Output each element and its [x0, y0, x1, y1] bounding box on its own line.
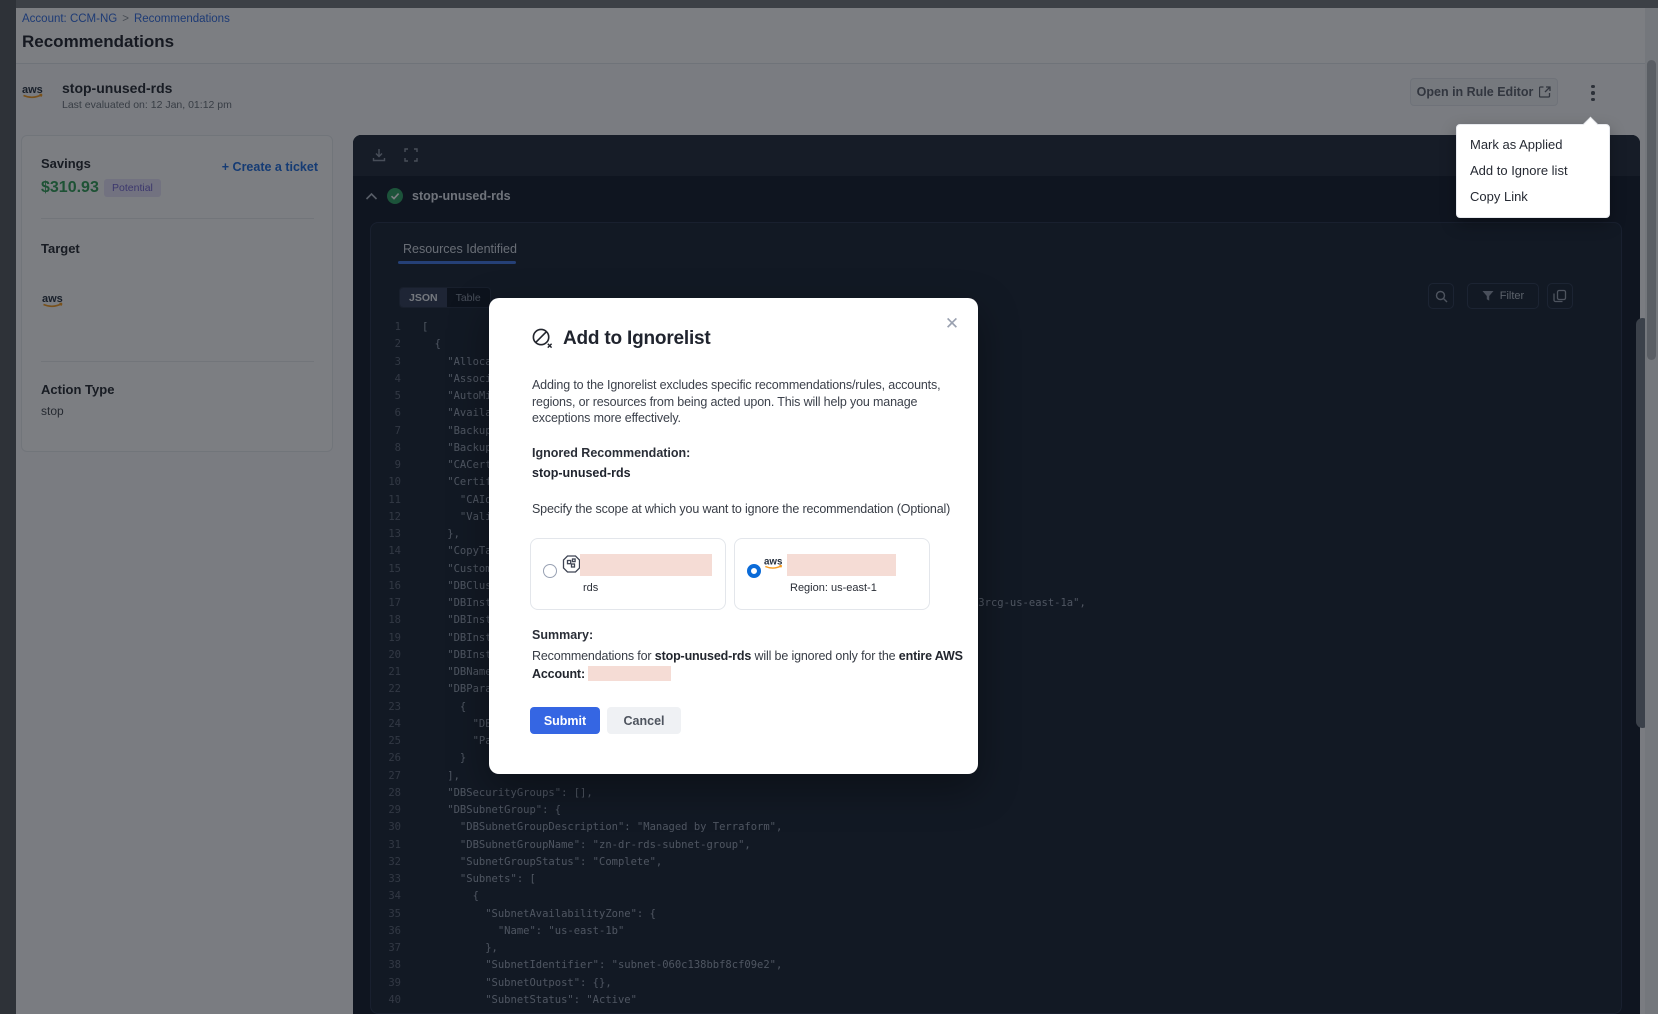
scope-label: Specify the scope at which you want to i…	[532, 501, 964, 518]
ignored-recommendation-value: stop-unused-rds	[532, 466, 631, 480]
actions-menu: Mark as Applied Add to Ignore list Copy …	[1456, 124, 1610, 218]
window-top-edge	[0, 0, 1658, 8]
ignored-recommendation-label: Ignored Recommendation:	[532, 446, 690, 460]
collapsed-left-nav	[0, 0, 16, 1014]
summary-text: Recommendations for stop-unused-rds will…	[532, 648, 968, 683]
menu-item-copy-link[interactable]: Copy Link	[1457, 184, 1609, 210]
scope-option-resource[interactable]: rds	[530, 538, 726, 610]
radio-account[interactable]	[747, 564, 761, 578]
radio-resource[interactable]	[543, 564, 557, 578]
scope-option-account[interactable]: aws Region: us-east-1	[734, 538, 930, 610]
ignore-icon	[531, 327, 554, 350]
scope-option-caption: Region: us-east-1	[790, 582, 877, 594]
redacted-account-id	[787, 554, 896, 576]
menu-item-add-to-ignore-list[interactable]: Add to Ignore list	[1457, 158, 1609, 184]
add-to-ignorelist-modal: ✕ Add to Ignorelist Adding to the Ignore…	[489, 298, 978, 774]
modal-description: Adding to the Ignorelist excludes specif…	[532, 377, 964, 427]
summary-label: Summary:	[532, 628, 593, 642]
cancel-button[interactable]: Cancel	[607, 707, 681, 734]
modal-title: Add to Ignorelist	[563, 328, 711, 350]
menu-item-mark-as-applied[interactable]: Mark as Applied	[1457, 132, 1609, 158]
aws-logo: aws	[764, 554, 787, 571]
redacted-resource-name	[580, 554, 712, 576]
resource-service-icon	[561, 553, 582, 575]
submit-button[interactable]: Submit	[530, 707, 600, 734]
redacted-account-id	[588, 666, 671, 681]
close-icon[interactable]: ✕	[942, 314, 962, 334]
scope-options: rds aws Region: us-east-1	[530, 538, 930, 610]
scope-option-caption: rds	[583, 582, 598, 594]
